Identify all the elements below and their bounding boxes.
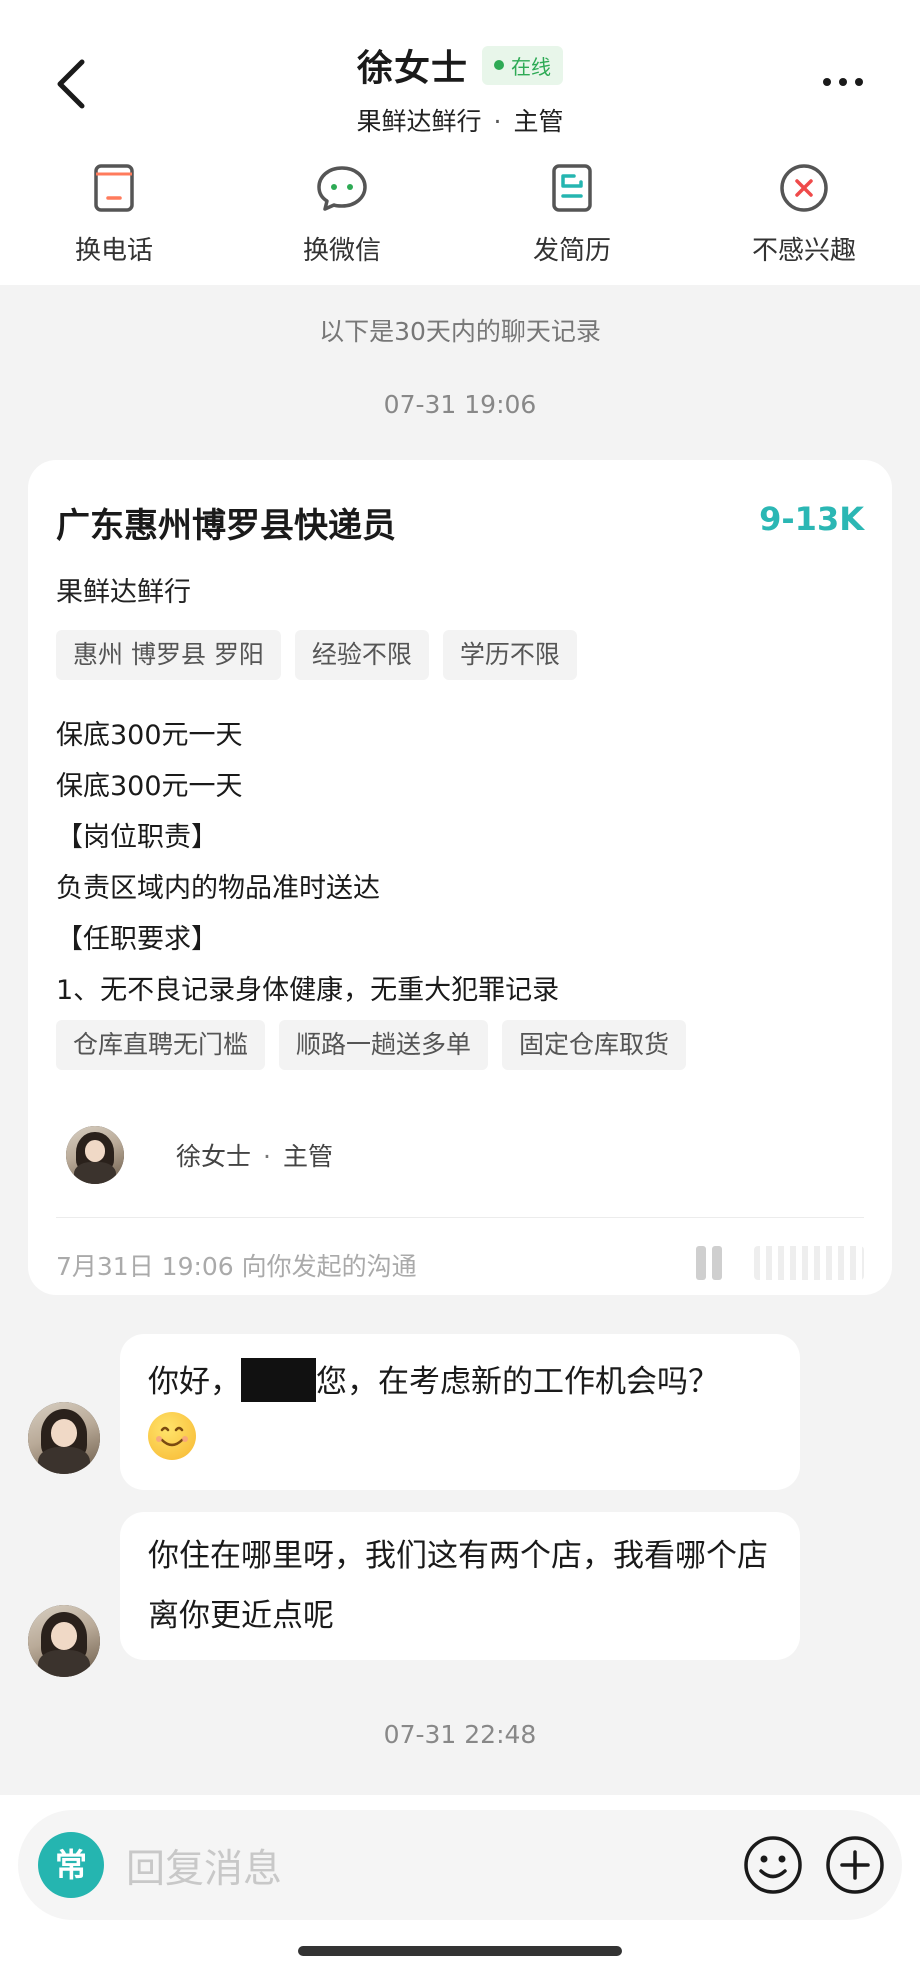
resume-icon (552, 164, 592, 212)
message-text: 您，在考虑新的工作机会吗？ (316, 1364, 719, 1400)
chat-timestamp: 07-31 19:06 (383, 390, 537, 419)
input-bar: 常 回复消息 (0, 1795, 920, 1970)
message-text: 你好， (148, 1364, 241, 1400)
description-line: 【岗位职责】 (56, 822, 218, 853)
message-text: 你住在哪里呀，我们这有两个店，我看哪个店离你更近点呢 (148, 1538, 768, 1634)
description-line: 【任职要求】 (56, 924, 218, 955)
job-tag: 学历不限 (442, 630, 577, 680)
recruiter-info: 徐女士 · 主管 (66, 1126, 333, 1184)
action-label: 发简历 (532, 236, 611, 266)
avatar[interactable] (28, 1605, 100, 1677)
job-salary: 9-13K (759, 500, 864, 538)
chat-header: 徐女士 在线 果鲜达鲜行 · 主管 (0, 40, 920, 138)
message-bubble[interactable]: 你住在哪里呀，我们这有两个店，我看哪个店离你更近点呢 (120, 1512, 800, 1660)
plus-icon[interactable] (822, 1832, 888, 1898)
online-status-badge: 在线 (482, 45, 563, 85)
card-footer-text: 7月31日 19:06 向你发起的沟通 (56, 1252, 417, 1281)
card-divider (56, 1217, 864, 1218)
action-label: 换微信 (302, 236, 381, 266)
home-indicator (298, 1946, 622, 1956)
send-resume-button[interactable]: 发简历 (492, 160, 652, 267)
chat-timestamp: 07-31 22:48 (383, 1720, 537, 1749)
benefit-tag: 顺路一趟送多单 (279, 1020, 489, 1070)
contact-subtitle: 果鲜达鲜行 · 主管 (0, 102, 920, 138)
exchange-wechat-button[interactable]: 换微信 (262, 160, 422, 267)
description-line: 1、无不良记录身体健康，无重大犯罪记录 (56, 975, 560, 1006)
job-title: 广东惠州博罗县快递员 (56, 506, 396, 546)
exchange-phone-button[interactable]: 换电话 (34, 160, 194, 267)
avatar[interactable] (28, 1402, 100, 1474)
description-line: 保底300元一天 (56, 771, 243, 802)
benefit-tags: 仓库直聘无门槛 顺路一趟送多单 固定仓库取货 (56, 1020, 687, 1070)
avatar (66, 1126, 124, 1184)
benefit-tag: 固定仓库取货 (502, 1020, 687, 1070)
pause-icon (696, 1246, 724, 1280)
job-card[interactable]: 广东惠州博罗县快递员 9-13K 果鲜达鲜行 惠州 博罗县 罗阳 经验不限 学历… (28, 460, 892, 1295)
not-interested-icon (780, 164, 828, 212)
job-tag: 惠州 博罗县 罗阳 (56, 630, 281, 680)
message-row (28, 1402, 100, 1474)
wechat-icon (317, 166, 367, 211)
job-tags: 惠州 博罗县 罗阳 经验不限 学历不限 (56, 630, 577, 680)
contact-company: 果鲜达鲜行 (356, 107, 482, 136)
recruiter-role: 主管 (282, 1142, 333, 1171)
phone-icon (94, 164, 134, 212)
common-phrases-button[interactable]: 常 (38, 1832, 104, 1898)
description-line: 保底300元一天 (56, 720, 243, 751)
benefit-tag: 仓库直聘无门槛 (56, 1020, 266, 1070)
smile-emoji-icon (148, 1412, 196, 1460)
emoji-icon[interactable] (740, 1832, 806, 1898)
contact-role: 主管 (513, 107, 564, 136)
job-company: 果鲜达鲜行 (56, 577, 191, 608)
history-notice: 以下是30天内的聊天记录 (319, 317, 601, 346)
action-label: 换电话 (74, 236, 153, 266)
faded-placeholder (754, 1246, 864, 1280)
card-footer-icons (696, 1246, 864, 1280)
not-interested-button[interactable]: 不感兴趣 (724, 160, 884, 267)
action-label: 不感兴趣 (751, 236, 856, 266)
reply-input[interactable]: 常 回复消息 (18, 1810, 902, 1920)
top-bar: 徐女士 在线 果鲜达鲜行 · 主管 换电话 换微信 发简历 不感兴趣 (0, 0, 920, 285)
description-line: 负责区域内的物品准时送达 (56, 873, 380, 904)
action-bar: 换电话 换微信 发简历 不感兴趣 (0, 160, 920, 270)
job-description: 保底300元一天 保底300元一天 【岗位职责】 负责区域内的物品准时送达 【任… (56, 710, 559, 1016)
message-bubble[interactable]: 你好， 您，在考虑新的工作机会吗？ (120, 1334, 800, 1490)
more-options-icon[interactable] (818, 62, 868, 102)
online-dot-icon (494, 60, 504, 70)
recruiter-separator: · (263, 1142, 271, 1171)
redacted-block (241, 1358, 316, 1402)
reply-placeholder: 回复消息 (126, 1847, 283, 1892)
online-label: 在线 (511, 54, 551, 79)
contact-name: 徐女士 (356, 48, 468, 89)
recruiter-name: 徐女士 (176, 1142, 252, 1171)
job-tag: 经验不限 (294, 630, 429, 680)
subtitle-separator: · (493, 107, 502, 136)
message-row (28, 1605, 100, 1677)
